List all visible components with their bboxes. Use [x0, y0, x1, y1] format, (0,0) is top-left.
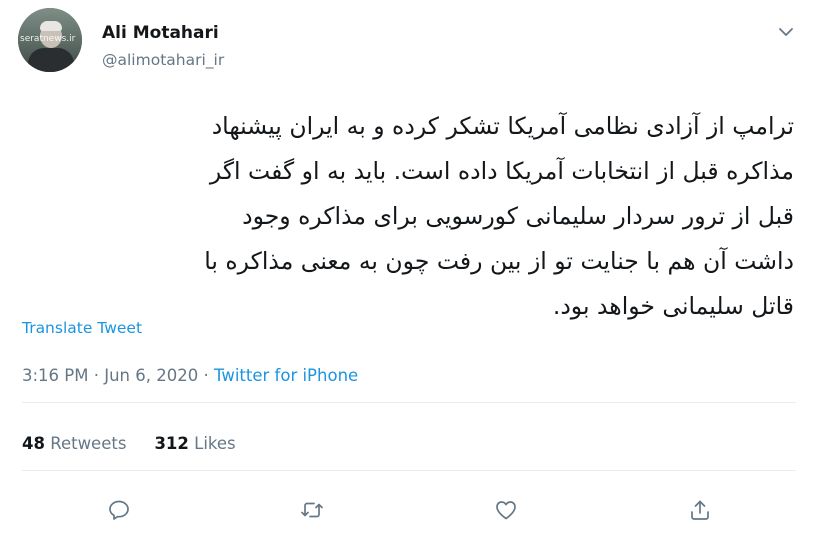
avatar-figure-body [28, 48, 74, 72]
tweet-text: ترامپ از آزادی نظامی آمریکا تشکر کرده و … [22, 104, 794, 329]
tweet-date[interactable]: Jun 6, 2020 [104, 366, 198, 385]
tweet-source-link[interactable]: Twitter for iPhone [214, 366, 358, 385]
divider [22, 402, 796, 403]
user-handle[interactable]: @alimotahari_ir [102, 51, 224, 69]
likes-count: 312 [154, 434, 189, 453]
avatar[interactable]: seratnews.ir [18, 8, 82, 72]
user-name[interactable]: Ali Motahari [102, 23, 219, 43]
reply-button[interactable] [107, 498, 131, 522]
retweets-label: Retweets [50, 434, 127, 453]
retweets-stat[interactable]: 48 Retweets [22, 434, 126, 453]
reply-icon [109, 500, 129, 520]
translate-tweet-link[interactable]: Translate Tweet [22, 319, 142, 337]
retweet-button[interactable] [300, 498, 324, 522]
share-button[interactable] [688, 498, 712, 522]
tweet-line: مذاکره قبل از انتخابات آمریکا داده است. … [209, 157, 794, 185]
retweet-icon [301, 502, 323, 518]
tweet-stats: 48 Retweets 312 Likes [22, 434, 236, 453]
like-icon [496, 501, 516, 520]
avatar-watermark-bottom: seratnews.ir [20, 34, 76, 44]
divider [22, 470, 796, 471]
tweet-line: قبل از ترور سردار سلیمانی کورسویی برای م… [242, 202, 794, 230]
tweet-line: ترامپ از آزادی نظامی آمریکا تشکر کرده و … [211, 112, 794, 140]
avatar-figure-hair [40, 21, 62, 31]
share-icon [691, 500, 709, 520]
retweets-count: 48 [22, 434, 45, 453]
likes-label: Likes [194, 434, 236, 453]
like-button[interactable] [494, 498, 518, 522]
chevron-down-icon [779, 28, 793, 36]
tweet-time: 3:16 PM [22, 366, 89, 385]
meta-separator: · [93, 366, 99, 385]
tweet-line: داشت آن هم با جنایت تو از بین رفت چون به… [204, 247, 794, 275]
more-options-button[interactable] [776, 22, 796, 42]
likes-stat[interactable]: 312 Likes [154, 434, 235, 453]
meta-separator: · [203, 366, 209, 385]
tweet-meta: 3:16 PM · Jun 6, 2020 · Twitter for iPho… [22, 366, 358, 385]
